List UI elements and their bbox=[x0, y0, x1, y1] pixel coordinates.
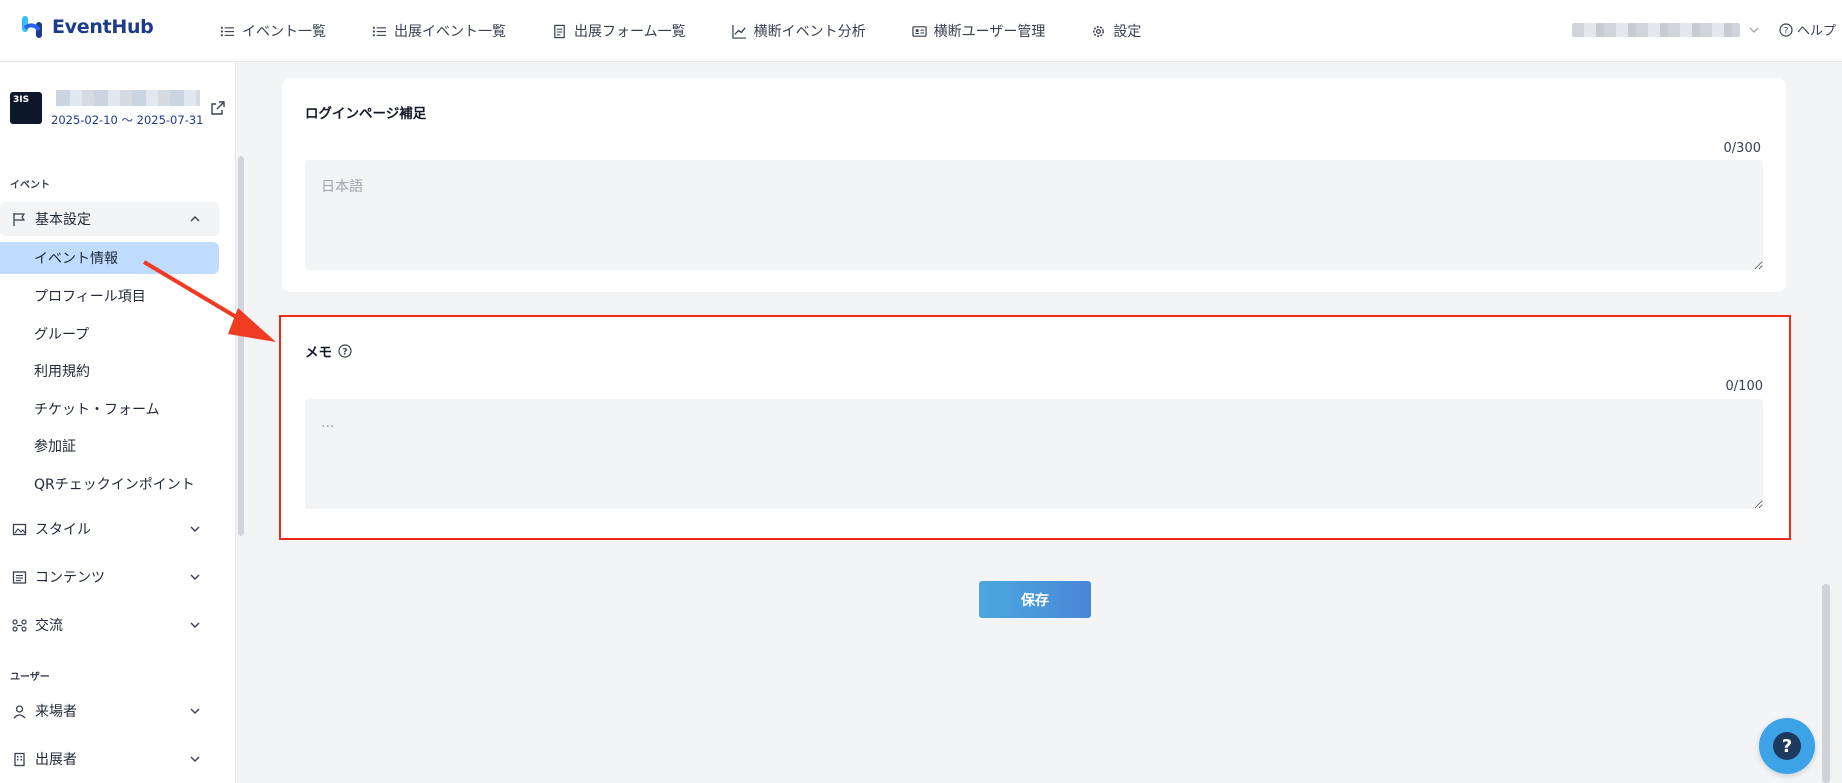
sidebar-item-qr-checkin[interactable]: QRチェックインポイント bbox=[0, 468, 219, 500]
login-supplement-card: ログインページ補足 0/300 bbox=[282, 78, 1786, 292]
help-link[interactable]: ? ヘルプ bbox=[1779, 20, 1836, 39]
chevron-down-icon bbox=[190, 574, 200, 580]
sidebar-group-label: コンテンツ bbox=[35, 570, 105, 586]
nav-label: 横断イベント分析 bbox=[753, 24, 866, 40]
sidebar-section-user: ユーザー bbox=[10, 672, 50, 683]
image-icon bbox=[12, 523, 27, 535]
svg-text:?: ? bbox=[1784, 26, 1789, 36]
sidebar-group-exhibitors[interactable]: 出展者 bbox=[0, 742, 219, 776]
sidebar-item-terms[interactable]: 利用規約 bbox=[0, 355, 219, 387]
nav-settings[interactable]: 設定 bbox=[1091, 21, 1141, 41]
sidebar-item-participation-pass[interactable]: 参加証 bbox=[0, 430, 219, 462]
sidebar-group-label: 出展者 bbox=[35, 752, 77, 768]
nav-exhibit-form-list[interactable]: 出展フォーム一覧 bbox=[552, 21, 686, 41]
sidebar-group-visitors[interactable]: 来場者 bbox=[0, 694, 219, 728]
question-circle-icon: ? bbox=[1779, 22, 1793, 37]
save-button[interactable]: 保存 bbox=[979, 581, 1091, 618]
chevron-down-icon bbox=[190, 708, 200, 714]
sidebar-item-label: チケット・フォーム bbox=[34, 402, 160, 418]
list-icon bbox=[372, 26, 387, 36]
memo-title: メモ ? bbox=[305, 341, 352, 361]
nav-label: 出展フォーム一覧 bbox=[574, 24, 686, 40]
sidebar-item-label: プロフィール項目 bbox=[34, 289, 146, 305]
sidebar-group-label: 来場者 bbox=[35, 704, 77, 720]
app-logo[interactable]: EventHub bbox=[20, 14, 154, 40]
question-circle-icon[interactable]: ? bbox=[338, 344, 352, 358]
account-name-redacted bbox=[1572, 23, 1740, 37]
nav-label: 設定 bbox=[1113, 24, 1142, 40]
memo-counter: 0/100 bbox=[1725, 379, 1763, 394]
gear-icon bbox=[1093, 25, 1105, 37]
chevron-down-icon bbox=[190, 756, 200, 762]
app-name: EventHub bbox=[52, 16, 154, 38]
sidebar-group-style[interactable]: スタイル bbox=[0, 512, 219, 546]
event-date-range: 2025-02-10 ～ 2025-07-31 bbox=[51, 113, 204, 127]
nav-cross-event-analysis[interactable]: 横断イベント分析 bbox=[731, 21, 866, 41]
eventhub-logo-icon bbox=[22, 16, 42, 38]
memo-title-label: メモ bbox=[305, 345, 332, 361]
sidebar-group-label: スタイル bbox=[35, 522, 91, 538]
sidebar-item-label: 参加証 bbox=[34, 439, 76, 455]
sidebar-section-event: イベント bbox=[10, 180, 50, 191]
login-supplement-counter: 0/300 bbox=[1723, 141, 1761, 156]
user-icon bbox=[13, 704, 26, 718]
event-thumb-text: 3IS bbox=[13, 95, 30, 105]
chevron-up-icon bbox=[190, 216, 200, 222]
login-supplement-title: ログインページ補足 bbox=[305, 106, 427, 122]
chevron-down-icon bbox=[190, 526, 200, 532]
help-question-icon: ? bbox=[1773, 732, 1801, 760]
event-thumbnail: 3IS bbox=[10, 92, 42, 124]
nav-event-list[interactable]: イベント一覧 bbox=[220, 21, 326, 41]
nav-cross-user-management[interactable]: 横断ユーザー管理 bbox=[911, 21, 1046, 41]
form-icon bbox=[554, 24, 565, 38]
annotation-arrow-icon bbox=[142, 260, 276, 342]
login-supplement-textarea[interactable] bbox=[305, 160, 1763, 270]
sidebar-item-label: 利用規約 bbox=[34, 364, 90, 380]
nav-label: イベント一覧 bbox=[242, 24, 326, 40]
building-icon bbox=[14, 752, 25, 766]
id-card-icon bbox=[911, 25, 927, 37]
memo-card-highlighted: メモ ? 0/100 bbox=[279, 315, 1791, 540]
main-scrollbar[interactable] bbox=[1822, 584, 1830, 783]
main-nav: イベント一覧 出展イベント一覧 出展フォーム一覧 横断イベント分析 横断ユーザー… bbox=[220, 0, 1187, 62]
account-menu[interactable] bbox=[1572, 20, 1772, 40]
sidebar-item-tickets-forms[interactable]: チケット・フォーム bbox=[0, 393, 219, 425]
event-summary: 3IS 2025-02-10 ～ 2025-07-31 bbox=[10, 90, 230, 132]
network-icon bbox=[12, 618, 27, 632]
nav-exhibit-event-list[interactable]: 出展イベント一覧 bbox=[372, 21, 506, 41]
chart-icon bbox=[731, 24, 746, 39]
sidebar-item-label: イベント情報 bbox=[34, 251, 118, 267]
external-link-icon[interactable] bbox=[210, 100, 226, 116]
sidebar: 3IS 2025-02-10 ～ 2025-07-31 イベント 基本設定 イベ… bbox=[0, 62, 236, 783]
top-navbar: EventHub イベント一覧 出展イベント一覧 出展フォーム一覧 横断イベント… bbox=[0, 0, 1842, 62]
help-label: ヘルプ bbox=[1797, 24, 1837, 39]
sidebar-item-label: グループ bbox=[34, 327, 90, 343]
sidebar-group-basic-settings[interactable]: 基本設定 bbox=[0, 202, 219, 236]
sidebar-group-label: 交流 bbox=[35, 618, 63, 634]
main-content: ログインページ補足 0/300 メモ ? 0/100 保存 bbox=[250, 62, 1830, 783]
sidebar-group-exchange[interactable]: 交流 bbox=[0, 608, 219, 642]
svg-text:?: ? bbox=[342, 348, 347, 358]
sidebar-group-contents[interactable]: コンテンツ bbox=[0, 560, 219, 594]
event-name-redacted bbox=[56, 90, 200, 106]
chevron-down-icon bbox=[190, 622, 200, 628]
floating-help-button[interactable]: ? bbox=[1759, 718, 1815, 774]
nav-label: 横断ユーザー管理 bbox=[933, 24, 1046, 40]
nav-label: 出展イベント一覧 bbox=[394, 24, 506, 40]
chevron-down-icon bbox=[1749, 27, 1759, 33]
flag-icon bbox=[13, 212, 26, 226]
sidebar-item-label: QRチェックインポイント bbox=[34, 477, 195, 493]
sidebar-group-label: 基本設定 bbox=[35, 212, 91, 228]
document-list-icon bbox=[12, 570, 27, 584]
list-icon bbox=[220, 26, 235, 36]
memo-textarea[interactable] bbox=[305, 399, 1763, 509]
